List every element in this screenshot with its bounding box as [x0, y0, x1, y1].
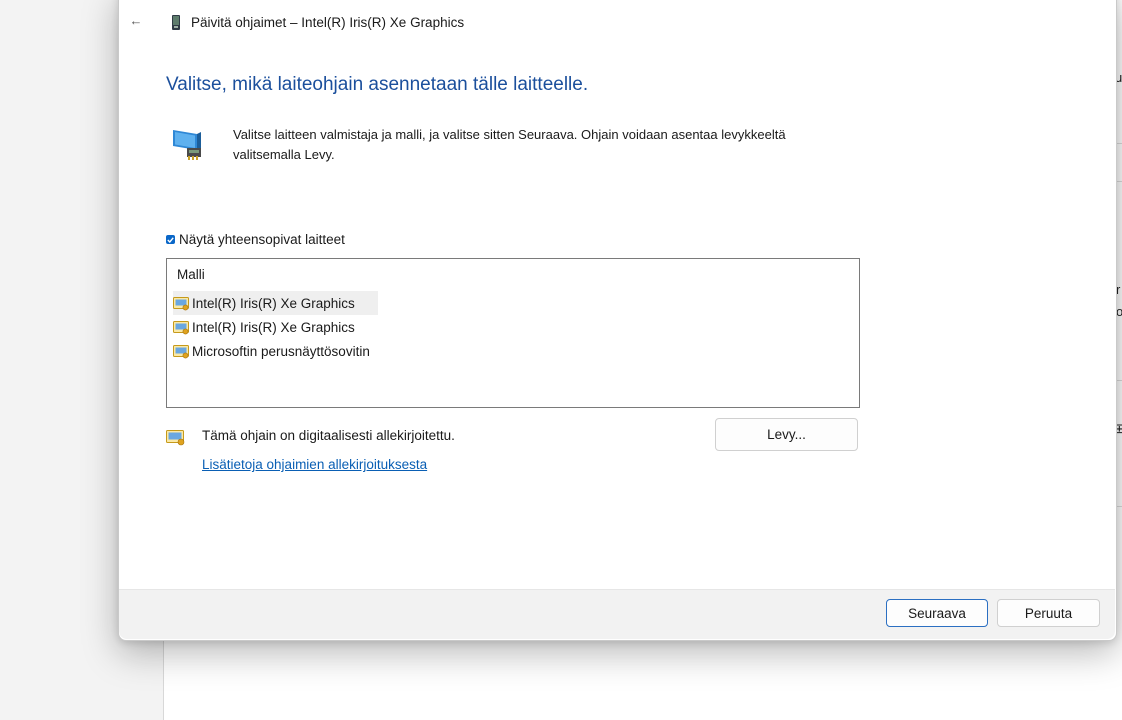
dialog-title-bar: Päivitä ohjaimet – Intel(R) Iris(R) Xe G… [172, 13, 464, 31]
list-item-label: Microsoftin perusnäyttösovitin [192, 343, 370, 359]
list-item[interactable]: Microsoftin perusnäyttösovitin [173, 339, 378, 363]
show-compatible-label: Näytä yhteensopivat laitteet [179, 232, 345, 247]
driver-signing-info-link[interactable]: Lisätietoja ohjaimien allekirjoituksesta [202, 457, 427, 472]
next-button[interactable]: Seuraava [886, 599, 988, 627]
page-heading: Valitse, mikä laiteohjain asennetaan täl… [166, 74, 589, 95]
back-arrow-button[interactable]: ← [127, 12, 145, 30]
instruction-text: Valitse laitteen valmistaja ja malli, ja… [233, 125, 873, 165]
list-item[interactable]: Intel(R) Iris(R) Xe Graphics [173, 315, 378, 339]
instruction-line: valitsemalla Levy. [233, 147, 335, 162]
display-adapter-icon [172, 14, 180, 30]
checkmark-icon [167, 236, 174, 243]
list-item[interactable]: Intel(R) Iris(R) Xe Graphics [173, 291, 378, 315]
signed-certificate-icon [166, 430, 185, 446]
cancel-button[interactable]: Peruuta [997, 599, 1100, 627]
instruction-line: Valitse laitteen valmistaja ja malli, ja… [233, 127, 786, 142]
have-disk-button[interactable]: Levy... [715, 418, 858, 451]
model-listbox[interactable]: Malli Intel(R) Iris(R) Xe Graphics Intel… [166, 258, 860, 408]
show-compatible-checkbox[interactable]: Näytä yhteensopivat laitteet [166, 232, 345, 247]
model-list: Intel(R) Iris(R) Xe Graphics Intel(R) Ir… [173, 291, 378, 363]
list-column-header: Malli [177, 267, 205, 282]
checkbox-checked-icon[interactable] [166, 235, 175, 244]
signature-status-text: Tämä ohjain on digitaalisesti allekirjoi… [202, 428, 455, 443]
dialog-title: Päivitä ohjaimet – Intel(R) Iris(R) Xe G… [191, 14, 465, 30]
list-item-label: Intel(R) Iris(R) Xe Graphics [192, 295, 355, 311]
list-item-label: Intel(R) Iris(R) Xe Graphics [192, 319, 355, 335]
hardware-card-icon [173, 130, 201, 160]
certificate-icon [173, 344, 189, 358]
certificate-icon [173, 320, 189, 334]
certificate-icon [173, 296, 189, 310]
